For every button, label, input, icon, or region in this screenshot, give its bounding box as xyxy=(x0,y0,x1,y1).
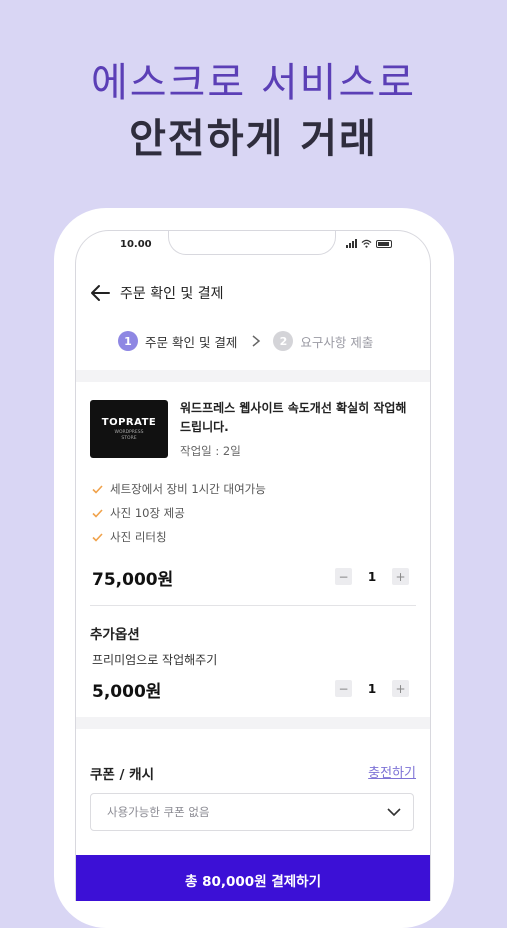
feature-item: 세트장에서 장비 1시간 대여가능 xyxy=(92,477,266,501)
step-1: 1 주문 확인 및 결제 xyxy=(118,331,237,351)
section-divider xyxy=(76,717,430,729)
section-divider xyxy=(76,370,430,382)
chevron-right-icon xyxy=(252,335,261,347)
quantity-plus-button[interactable]: + xyxy=(392,568,409,585)
signal-icon xyxy=(346,239,357,248)
thumbnail-brand: TOPRATE xyxy=(101,417,157,428)
pay-button[interactable]: 총 80,000원 결제하기 xyxy=(76,855,430,901)
option-quantity-value: 1 xyxy=(367,681,377,696)
wifi-icon xyxy=(361,239,372,248)
product-price: 75,000원 xyxy=(92,570,174,590)
progress-steps: 1 주문 확인 및 결제 2 요구사항 제출 xyxy=(118,331,373,351)
check-icon xyxy=(92,532,103,542)
step-1-label: 주문 확인 및 결제 xyxy=(145,334,238,350)
option-minus-button[interactable]: − xyxy=(335,680,352,697)
step-2-number: 2 xyxy=(273,331,294,351)
option-quantity-stepper: − 1 + xyxy=(335,680,409,697)
product-title: 워드프레스 웹사이트 속도개선 확실히 작업해 드립니다. xyxy=(180,401,407,434)
status-time: 10.00 xyxy=(120,239,152,250)
coupon-heading: 쿠폰 / 캐시 xyxy=(90,767,155,783)
option-price: 5,000원 xyxy=(92,682,162,702)
phone-screen: 10.00 주문 확인 및 결제 1 주문 확인 및 결제 2 요구사항 제출 xyxy=(75,230,431,901)
feature-item: 사진 리터칭 xyxy=(92,525,266,549)
options-heading: 추가옵션 xyxy=(90,627,140,643)
quantity-minus-button[interactable]: − xyxy=(335,568,352,585)
phone-notch xyxy=(168,231,336,255)
check-icon xyxy=(92,484,103,494)
step-2-label: 요구사항 제출 xyxy=(300,334,374,350)
back-arrow-icon[interactable] xyxy=(90,284,110,302)
feature-label: 사진 리터칭 xyxy=(110,530,167,544)
option-name: 프리미엄으로 작업해주기 xyxy=(92,653,218,667)
status-icons xyxy=(346,239,392,248)
step-2: 2 요구사항 제출 xyxy=(273,331,373,351)
check-icon xyxy=(92,508,103,518)
divider-line xyxy=(90,605,416,606)
step-1-number: 1 xyxy=(118,331,138,351)
thumbnail-subtitle: WORDPRESS STORE xyxy=(114,430,144,441)
feature-label: 사진 10장 제공 xyxy=(110,506,185,520)
chevron-down-icon xyxy=(387,807,401,816)
feature-item: 사진 10장 제공 xyxy=(92,501,266,525)
feature-label: 세트장에서 장비 1시간 대여가능 xyxy=(110,482,266,496)
option-plus-button[interactable]: + xyxy=(392,680,409,697)
quantity-value: 1 xyxy=(367,569,377,584)
product-thumbnail: TOPRATE WORDPRESS STORE xyxy=(90,400,168,458)
coupon-select-value: 사용가능한 쿠폰 없음 xyxy=(107,805,210,819)
charge-link[interactable]: 충전하기 xyxy=(368,762,416,781)
page-header: 주문 확인 및 결제 xyxy=(90,283,224,303)
battery-icon xyxy=(376,239,392,248)
product-work-days: 작업일 : 2일 xyxy=(180,444,241,458)
product-quantity-stepper: − 1 + xyxy=(335,568,409,585)
hero-title-line1: 에스크로 서비스로 xyxy=(90,60,417,106)
coupon-select[interactable]: 사용가능한 쿠폰 없음 xyxy=(90,793,414,831)
page-title: 주문 확인 및 결제 xyxy=(120,286,224,302)
feature-list: 세트장에서 장비 1시간 대여가능 사진 10장 제공 사진 리터칭 xyxy=(92,477,266,549)
hero-title-line2: 안전하게 거래 xyxy=(129,116,378,162)
